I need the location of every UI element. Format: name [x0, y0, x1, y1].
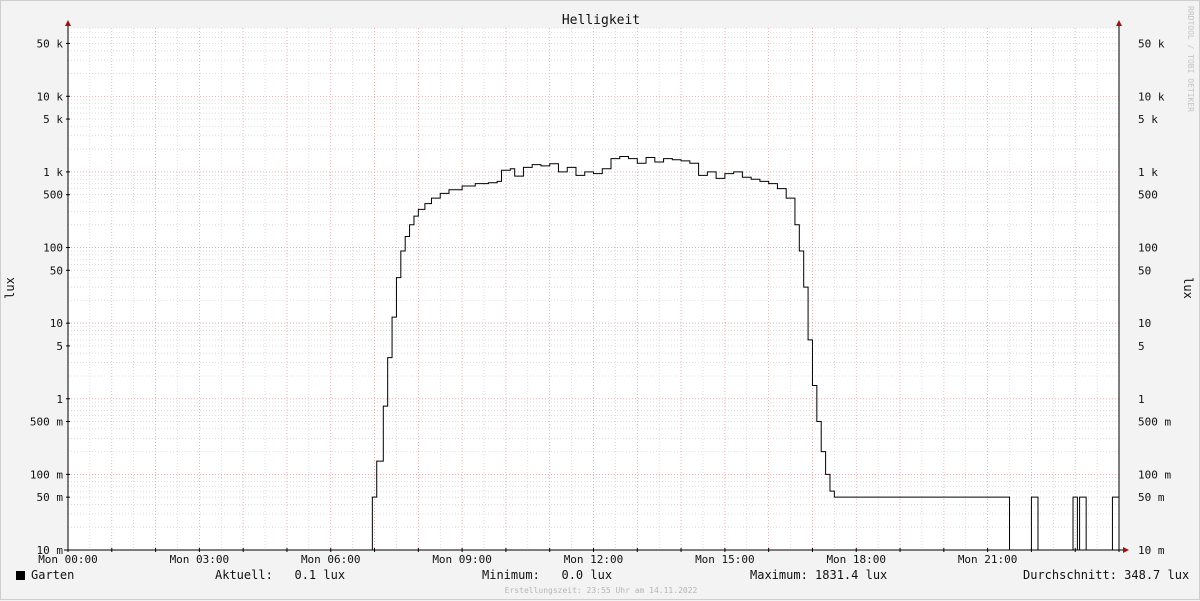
y-tick-label: 50 m: [37, 491, 64, 504]
y-tick-label-right: 5: [1138, 340, 1145, 353]
y-tick-label-right: 500 m: [1138, 416, 1171, 429]
y-tick-labels-right: 50 k 10 k 5 k 1 k 500 100 50 10 5 1 500 m 100 m 50 m…: [1138, 37, 1171, 557]
y-tick-label-right: 10 m: [1138, 544, 1165, 557]
y-tick-label-right: 50: [1138, 264, 1151, 277]
y-axis-arrow-left: [65, 20, 71, 26]
y-tick-label: 50: [50, 264, 63, 277]
legend-series-label: Garten: [31, 568, 75, 582]
y-tick-label: 10 k: [37, 90, 64, 103]
y-axis-label-left: lux: [3, 277, 17, 299]
brightness-chart: 50 k 10 k 5 k 1 k 500 100 50 10 5 1 500 m 100 m 50 m…: [3, 6, 1195, 566]
legend-swatch-garten: [16, 571, 25, 580]
y-tick-label-right: 100 m: [1138, 468, 1171, 481]
chart-title: Helligkeit: [562, 13, 640, 28]
x-tick-labels: Mon 00:00 Mon 03:00 Mon 06:00 Mon 09:00 Mon …: [38, 553, 1017, 566]
footer-timestamp: Erstellungszeit: 23:55 Uhr am 14.11.2022: [504, 586, 698, 595]
x-tick-label: Mon 12:00: [564, 553, 624, 566]
y-tick-label: 5: [56, 340, 63, 353]
y-tick-label-right: 5 k: [1138, 113, 1158, 126]
y-tick-label: 1: [56, 393, 63, 406]
legend-average: Durchschnitt: 348.7 lux: [1023, 568, 1190, 582]
legend-maximum: Maximum: 1831.4 lux: [750, 568, 888, 582]
y-tick-labels-left: 50 k 10 k 5 k 1 k 500 100 50 10 5 1 500 m 100 m 50 m…: [30, 37, 63, 557]
y-tick-label: 100 m: [30, 468, 63, 481]
x-tick-label: Mon 03:00: [170, 553, 230, 566]
watermark: RRDTOOL / TOBI OETIKER: [1186, 6, 1195, 112]
x-tick-label: Mon 18:00: [826, 553, 886, 566]
y-tick-label: 1 k: [43, 166, 63, 179]
x-tick-label: Mon 00:00: [38, 553, 98, 566]
y-tick-label: 10: [50, 317, 63, 330]
y-axis-label-right: lux: [1181, 277, 1195, 299]
y-tick-label-right: 50 k: [1138, 37, 1165, 50]
y-tick-label-right: 1 k: [1138, 166, 1158, 179]
y-tick-label: 5 k: [43, 113, 63, 126]
y-tick-label-right: 100: [1138, 242, 1158, 255]
x-tick-label: Mon 06:00: [301, 553, 361, 566]
x-axis-arrow: [1123, 547, 1129, 553]
y-tick-label-right: 1: [1138, 393, 1145, 406]
x-tick-label: Mon 09:00: [432, 553, 492, 566]
y-tick-label-right: 50 m: [1138, 491, 1165, 504]
x-tick-label: Mon 21:00: [958, 553, 1018, 566]
x-tick-label: Mon 15:00: [695, 553, 755, 566]
y-tick-label: 50 k: [37, 37, 64, 50]
y-tick-label-right: 10 k: [1138, 90, 1165, 103]
legend-current: Aktuell: 0.1 lux: [215, 568, 346, 582]
y-tick-label-right: 10: [1138, 317, 1151, 330]
y-tick-label: 100: [43, 242, 63, 255]
y-tick-label: 500: [43, 189, 63, 202]
legend-minimum: Minimum: 0.0 lux: [482, 568, 613, 582]
y-axis-arrow-right: [1116, 20, 1122, 26]
chart-panel: 50 k 10 k 5 k 1 k 500 100 50 10 5 1 500 m 100 m 50 m…: [0, 0, 1200, 600]
y-tick-label: 500 m: [30, 416, 63, 429]
y-tick-label-right: 500: [1138, 189, 1158, 202]
